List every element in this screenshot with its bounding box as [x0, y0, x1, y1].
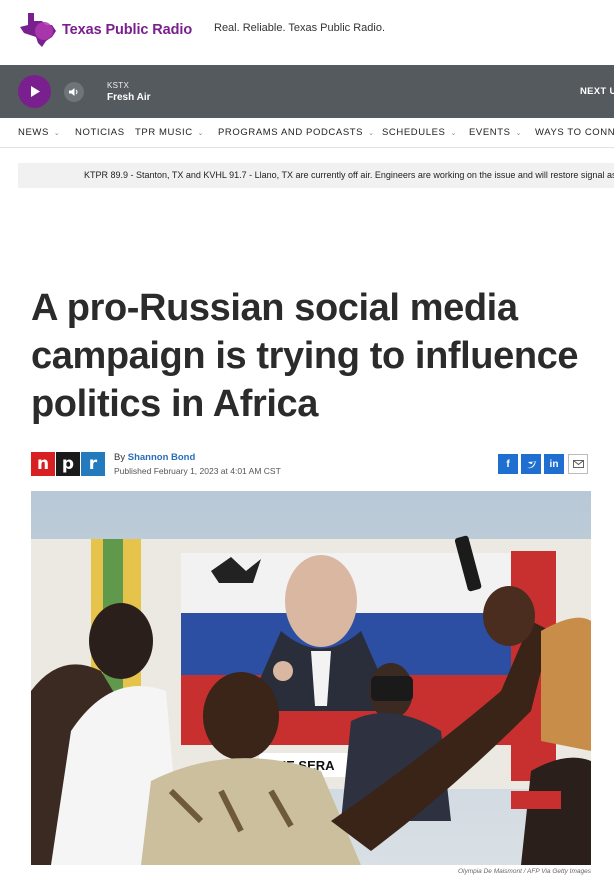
nav-item-schedules[interactable]: SCHEDULES ⌄	[382, 127, 457, 138]
nav-item-events[interactable]: EVENTS ⌄	[469, 127, 522, 138]
nav-item-ways-to-connect[interactable]: WAYS TO CONNECT⌄	[535, 127, 614, 138]
npr-logo-letter: n	[31, 452, 55, 476]
nav-item-label: PROGRAMS AND PODCASTS	[218, 127, 364, 138]
station-call-sign: KSTX	[107, 81, 130, 90]
share-linkedin-button[interactable]: in	[544, 454, 564, 474]
alert-text: KTPR 89.9 - Stanton, TX and KVHL 91.7 - …	[84, 170, 614, 180]
twitter-icon	[526, 460, 536, 468]
byline: By Shannon Bond	[114, 452, 195, 463]
show-name: Fresh Air	[107, 92, 151, 103]
share-twitter-button[interactable]	[521, 454, 541, 474]
share-email-button[interactable]	[568, 454, 588, 474]
photo-credit: Olympia De Maismont / AFP Via Getty Imag…	[457, 868, 591, 875]
author-link[interactable]: Shannon Bond	[128, 452, 196, 463]
site-logo[interactable]: Texas Public Radio	[18, 11, 192, 49]
nav-item-noticias[interactable]: NOTICIAS	[75, 127, 125, 138]
site-header: Texas Public Radio Real. Reliable. Texas…	[0, 0, 614, 65]
article-lead-photo: IQUE SERA	[31, 491, 591, 865]
nav-item-label: WAYS TO CONNECT	[535, 127, 614, 138]
next-up-label: NEXT UP:	[580, 86, 614, 97]
article-headline: A pro-Russian social media campaign is t…	[31, 287, 579, 425]
volume-icon	[69, 88, 78, 96]
site-tagline: Real. Reliable. Texas Public Radio.	[214, 22, 385, 34]
nav-item-news[interactable]: NEWS ⌄	[18, 127, 60, 138]
facebook-icon: f	[506, 458, 510, 470]
main-nav: NEWS ⌄ NOTICIAS TPR MUSIC ⌄ PROGRAMS AND P…	[0, 118, 614, 148]
nav-item-label: TPR MUSIC	[135, 127, 193, 138]
share-facebook-button[interactable]: f	[498, 454, 518, 474]
npr-logo[interactable]: n p r	[31, 452, 106, 476]
nav-item-label: EVENTS	[469, 127, 511, 138]
alert-banner: KTPR 89.9 - Stanton, TX and KVHL 91.7 - …	[18, 163, 614, 188]
texas-logo-icon	[20, 13, 56, 47]
logo-text: Texas Public Radio	[62, 22, 193, 38]
byline-prefix: By	[114, 452, 128, 463]
nav-item-label: NEWS	[18, 127, 49, 138]
nav-item-label: SCHEDULES	[382, 127, 446, 138]
photo-illustration: IQUE SERA	[31, 491, 591, 865]
npr-logo-letter: r	[81, 452, 105, 476]
linkedin-icon: in	[549, 458, 559, 470]
nav-item-tpr-music[interactable]: TPR MUSIC ⌄	[135, 127, 204, 138]
chevron-down-icon: ⌄	[197, 129, 205, 137]
now-playing: KSTX Fresh Air	[107, 81, 151, 103]
nav-item-programs-podcasts[interactable]: PROGRAMS AND PODCASTS ⌄	[218, 127, 375, 138]
npr-logo-letter: p	[56, 452, 80, 476]
play-icon	[30, 86, 40, 97]
email-icon	[572, 460, 584, 468]
chevron-down-icon: ⌄	[53, 129, 61, 137]
audio-player-bar: KSTX Fresh Air NEXT UP:	[0, 65, 614, 118]
chevron-down-icon: ⌄	[368, 129, 375, 137]
nav-item-label: NOTICIAS	[75, 127, 125, 138]
play-button[interactable]	[18, 75, 51, 108]
volume-button[interactable]	[64, 82, 84, 102]
chevron-down-icon: ⌄	[515, 129, 523, 137]
chevron-down-icon: ⌄	[450, 129, 457, 137]
publish-date: Published February 1, 2023 at 4:01 AM CS…	[114, 466, 281, 476]
